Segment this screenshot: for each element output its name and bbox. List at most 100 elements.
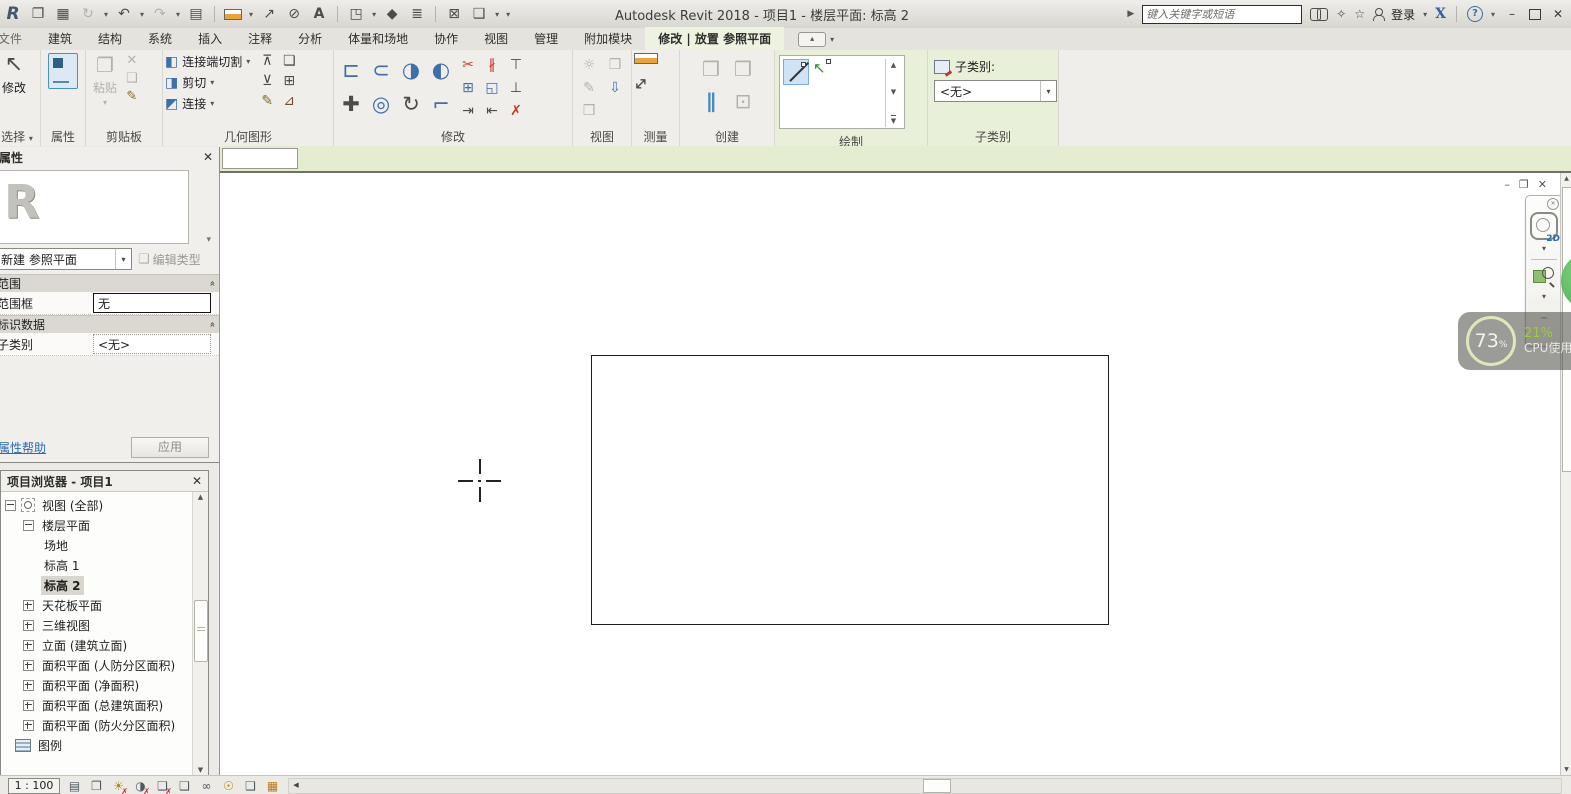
tree-item-site[interactable]: 场地 (1, 535, 208, 555)
default-3d-view-icon[interactable]: ◳ (347, 6, 365, 22)
expand-box-icon[interactable] (23, 680, 34, 691)
tab-structure[interactable]: 结构 (85, 27, 135, 50)
collapse-box-icon[interactable] (23, 520, 34, 531)
section-header-identity-data[interactable]: 标识数据 « (0, 315, 219, 333)
draw-line-tool[interactable] (783, 59, 809, 85)
scale-icon[interactable]: ◱ (485, 80, 498, 96)
subcategory-value-field[interactable]: <无> (93, 334, 211, 354)
show-crop-region-icon[interactable]: ❑ (177, 779, 192, 793)
expand-box-icon[interactable] (23, 640, 34, 651)
wall-sweep-icon[interactable]: ❏ (280, 53, 298, 69)
section-header-extents[interactable]: 范围 « (0, 274, 219, 292)
signin-caret-icon[interactable]: ▾ (1423, 10, 1427, 19)
tab-analyze[interactable]: 分析 (285, 27, 335, 50)
join-geometry-button[interactable]: ◩ 连接▾ (165, 95, 250, 112)
trim-extend-corner-icon[interactable]: ⌐ (432, 92, 450, 116)
view-restore-icon[interactable]: ❐ (1519, 178, 1529, 191)
reveal-hidden-elements-icon[interactable]: ☉ (221, 779, 236, 793)
tree-item-floor-plans[interactable]: 楼层平面 (1, 515, 208, 535)
sign-in-label[interactable]: 登录 (1391, 6, 1415, 23)
array-icon[interactable]: ⊞ (462, 80, 474, 96)
measure-icon[interactable] (224, 9, 242, 20)
edit-type-button[interactable]: ❑ 编辑类型 (138, 251, 201, 268)
scrollbar-thumb[interactable] (923, 779, 951, 793)
switch-caret-icon[interactable]: ▾ (495, 10, 499, 19)
tab-manage[interactable]: 管理 (521, 27, 571, 50)
gallery-expand-icon[interactable]: ▼ (891, 115, 896, 125)
print-icon[interactable]: ▤ (187, 6, 205, 22)
scroll-down-icon[interactable]: ▼ (1561, 766, 1571, 773)
expand-box-icon[interactable] (23, 620, 34, 631)
split-face-icon[interactable]: ✎ (258, 93, 276, 109)
reference-plane-stack-icon[interactable]: ∥ (706, 89, 716, 113)
modify-tool-button[interactable]: ↖ 修改 (0, 53, 32, 96)
view-minimize-icon[interactable]: – (1504, 178, 1510, 191)
match-type-icon[interactable]: ✎ (126, 89, 138, 104)
gallery-up-icon[interactable]: ▲ (891, 61, 896, 69)
tab-addins[interactable]: 附加模块 (571, 27, 645, 50)
copy-icon[interactable]: ❑ (126, 71, 138, 86)
tree-item-area-plans-fire[interactable]: 面积平面 (防火分区面积) (1, 715, 208, 735)
temporary-hide-isolate-icon[interactable]: ∞ (199, 779, 214, 793)
steering-wheel-icon[interactable]: 2D (1530, 212, 1558, 240)
cope-button[interactable]: ◧ 连接端切割▾ (165, 53, 250, 70)
undo-caret-icon[interactable]: ▾ (140, 10, 144, 19)
sync-icon[interactable]: ↻ (79, 6, 97, 22)
zoom-caret-icon[interactable]: ▾ (1542, 292, 1546, 301)
tab-file[interactable]: 文件 (0, 27, 35, 50)
measure-between-icon[interactable]: ↔ (629, 72, 653, 96)
type-selector-caret-icon[interactable]: ▾ (206, 235, 211, 245)
scrollbar-thumb[interactable] (194, 600, 208, 662)
scroll-up-icon[interactable]: ▲ (193, 493, 208, 501)
crop-view-icon[interactable]: ❑✗ (155, 779, 170, 793)
pin-icon[interactable]: ⊤ (510, 57, 522, 73)
search-input[interactable] (1142, 5, 1302, 24)
cut-geometry-button[interactable]: ◨ 剪切▾ (165, 74, 250, 91)
tree-item-area-plans-net[interactable]: 面积平面 (净面积) (1, 675, 208, 695)
text-icon[interactable]: A (310, 6, 328, 22)
temporary-view-properties-icon[interactable]: ❑ (243, 779, 258, 793)
favorites-star-icon[interactable]: ☆ (1354, 7, 1365, 21)
tab-insert[interactable]: 插入 (185, 27, 235, 50)
worksharing-display-icon[interactable]: ▦ (265, 779, 280, 793)
tab-view[interactable]: 视图 (471, 27, 521, 50)
aligned-dimension-icon[interactable]: ↗ (260, 6, 278, 22)
tree-item-area-plans-civil-defense[interactable]: 面积平面 (人防分区面积) (1, 655, 208, 675)
properties-button[interactable] (48, 53, 78, 89)
tree-item-area-plans-gross[interactable]: 面积平面 (总建筑面积) (1, 695, 208, 715)
close-button[interactable]: ✕ (1549, 7, 1567, 21)
collapse-chevron-icon[interactable]: « (206, 280, 217, 286)
tree-item-legends[interactable]: 图例 (1, 735, 208, 755)
scroll-up-icon[interactable]: ▲ (1561, 175, 1571, 182)
exchange-apps-icon[interactable]: X (1435, 6, 1446, 22)
revit-logo-icon[interactable]: R (4, 4, 22, 24)
project-browser-close-icon[interactable]: ✕ (192, 474, 202, 488)
close-hidden-windows-icon[interactable]: ⊠ (445, 6, 463, 22)
collapse-chevron-icon[interactable]: « (206, 321, 217, 327)
maximize-button[interactable] (1529, 9, 1541, 20)
properties-help-link[interactable]: 属性帮助 (0, 439, 46, 456)
expand-box-icon[interactable] (23, 600, 34, 611)
ribbon-collapse-caret-icon[interactable]: ▾ (830, 35, 834, 44)
paste-button[interactable]: ❐ 粘贴 ▾ (88, 53, 122, 107)
create-similar-icon[interactable]: ❒ (734, 57, 752, 81)
visual-style-icon[interactable]: ❒ (89, 779, 104, 793)
detail-level-icon[interactable]: ▤ (67, 779, 82, 793)
view-box-icon[interactable]: ❒ (583, 103, 596, 119)
pick-lines-tool[interactable]: ↖ (813, 59, 833, 83)
cut-icon[interactable]: ✕ (126, 53, 138, 68)
split-element-icon[interactable]: ✂ (462, 57, 474, 73)
tree-item-3d-views[interactable]: 三维视图 (1, 615, 208, 635)
browser-scrollbar[interactable]: ▲ ▼ (192, 492, 208, 775)
cut-profile-icon[interactable]: ⊻ (258, 73, 276, 89)
copy-element-icon[interactable]: ◎ (372, 92, 390, 116)
search-icon[interactable] (1310, 8, 1328, 20)
apply-button[interactable]: 应用 (131, 437, 209, 458)
trim-extend-multiple-icon[interactable]: ⇤ (486, 103, 498, 119)
expand-box-icon[interactable] (23, 720, 34, 731)
help-caret-icon[interactable]: ▾ (1491, 10, 1495, 19)
undo-icon[interactable]: ↶ (115, 6, 133, 22)
unpin-icon[interactable]: ⊥ (510, 80, 522, 96)
demolish-hammer-icon[interactable]: ⊿ (280, 93, 298, 109)
linework-brush-icon[interactable]: ✎ (583, 80, 595, 96)
